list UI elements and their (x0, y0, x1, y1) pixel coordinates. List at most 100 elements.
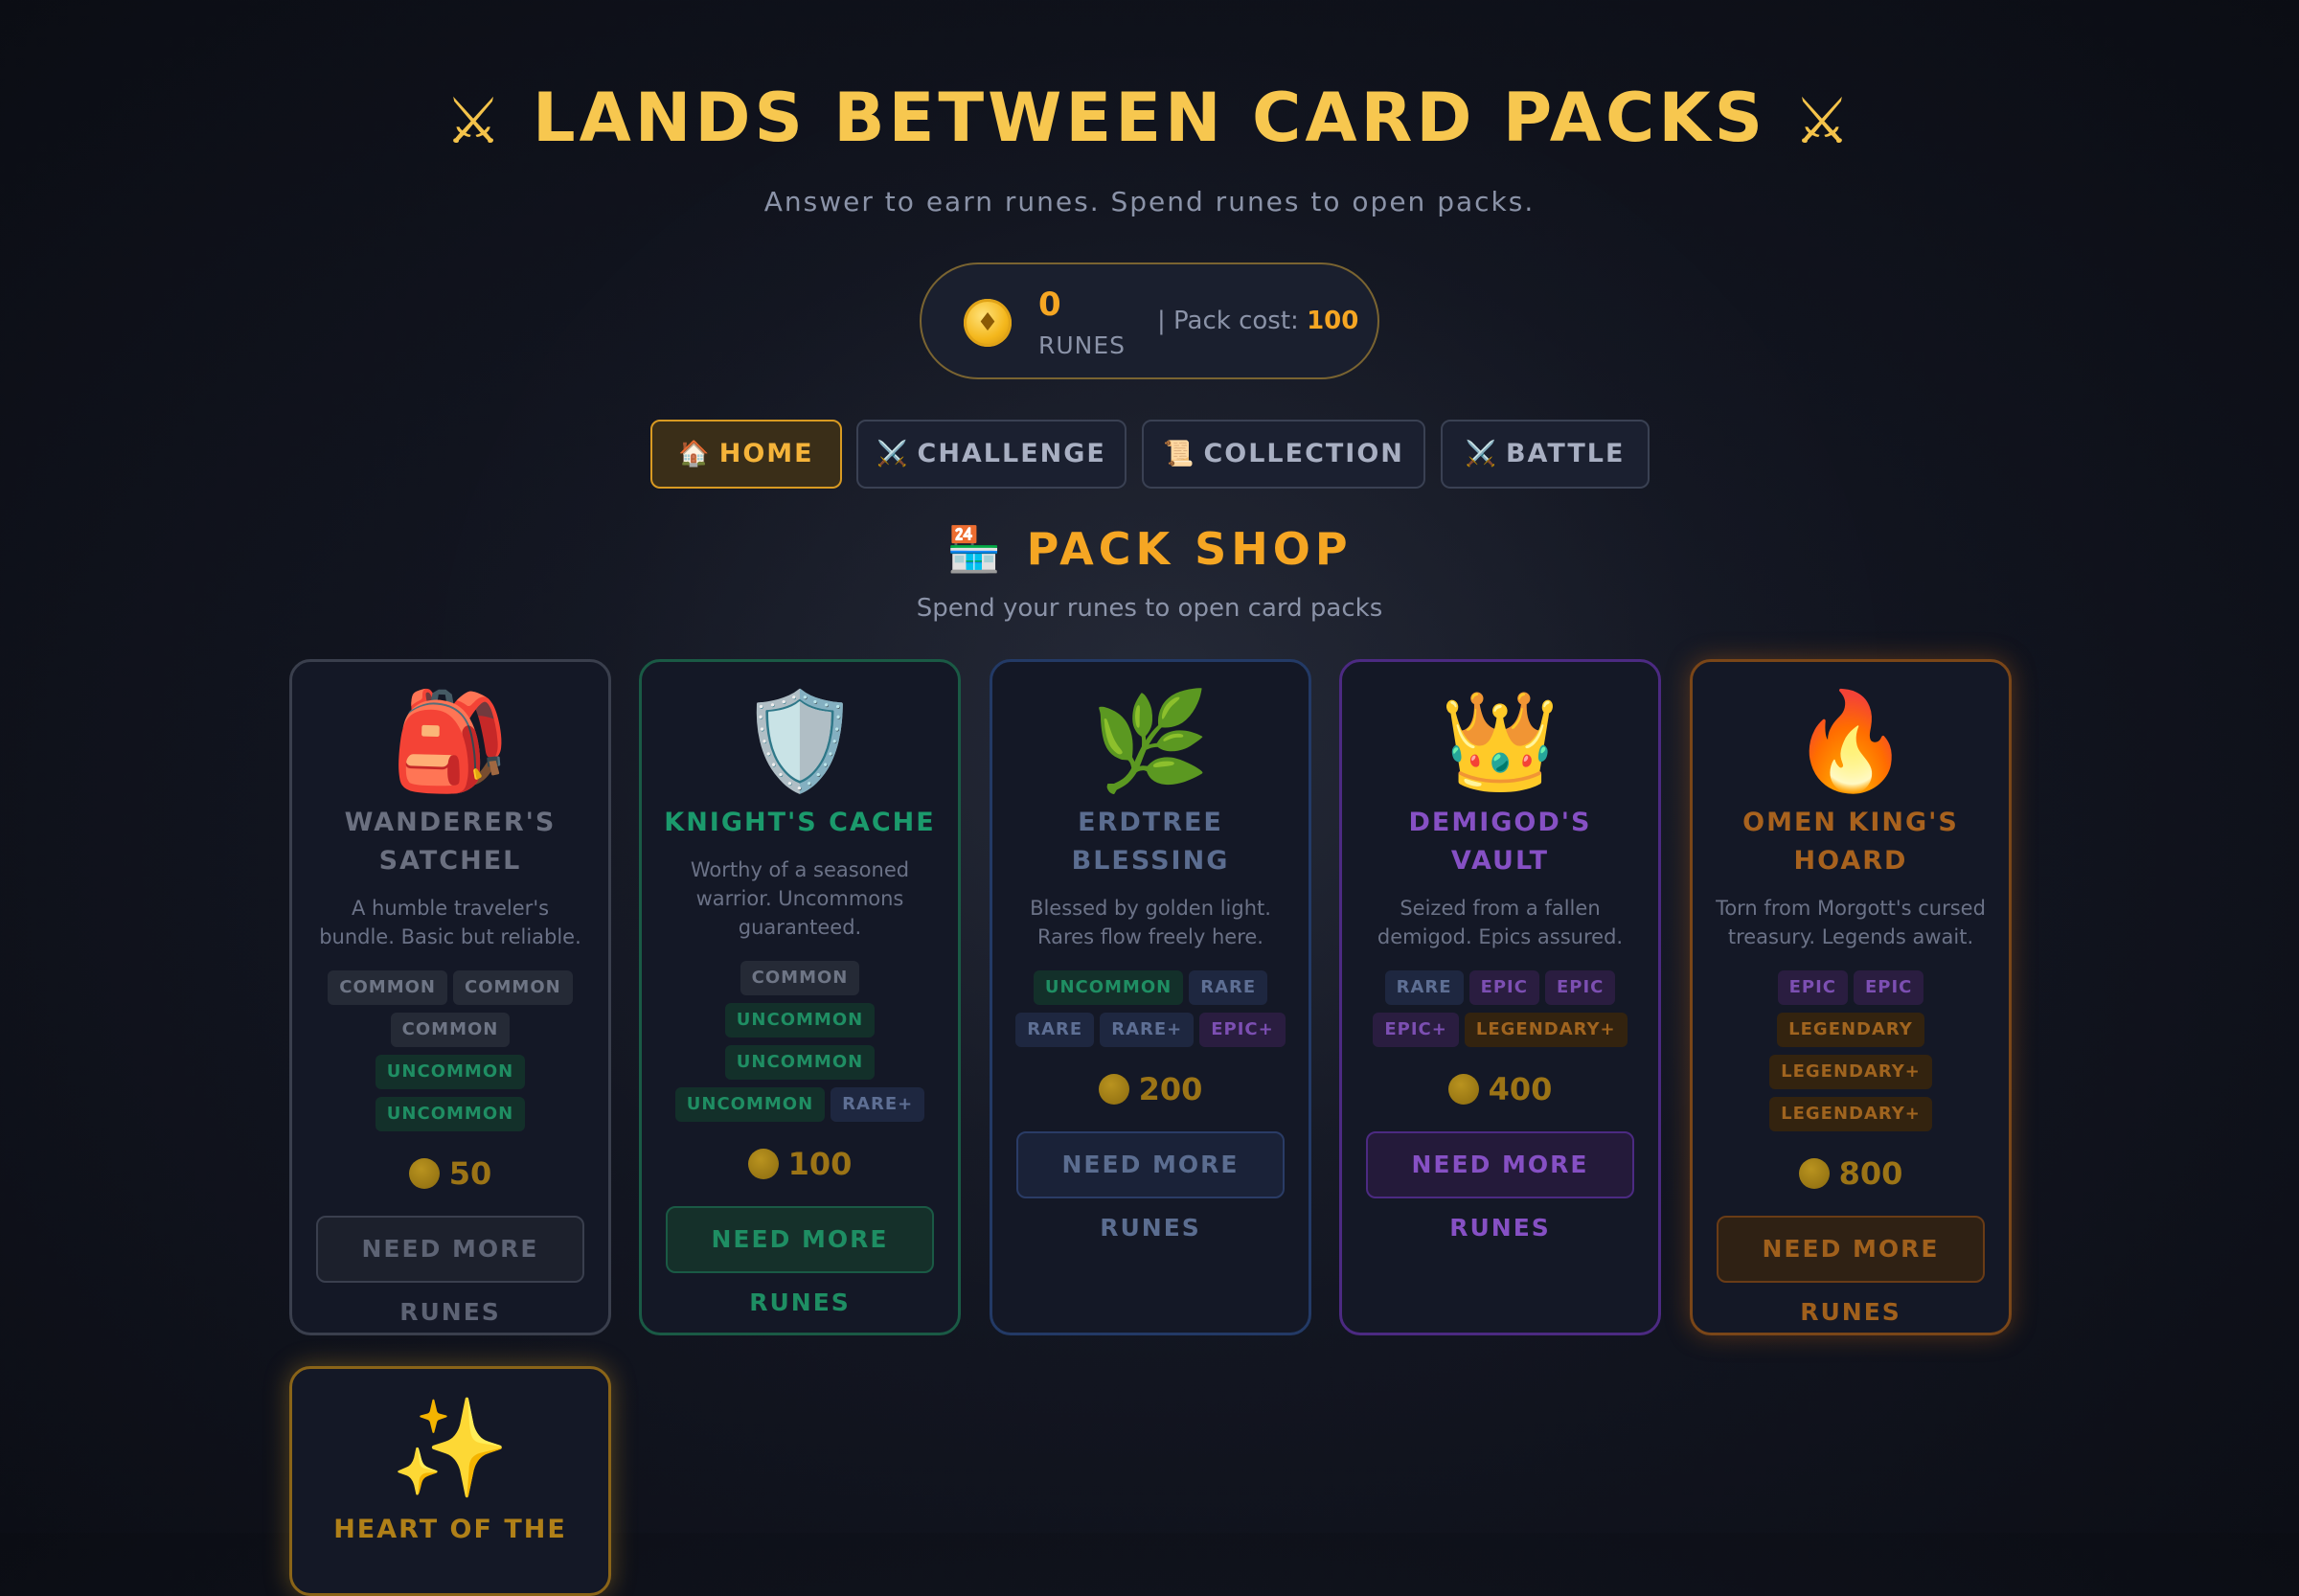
pack-description: Worthy of a seasoned warrior. Uncommons … (690, 858, 910, 939)
rarity-tag: RARE (1189, 970, 1268, 1005)
pack-name: DEMIGOD'S VAULT (1408, 808, 1592, 876)
pack-card-demigods-vault[interactable]: 👑 DEMIGOD'S VAULT Seized from a fallen d… (1339, 659, 1661, 1335)
tab-home[interactable]: 🏠 HOME (650, 420, 842, 489)
rune-coin-icon (747, 1149, 779, 1179)
crossed-swords-icon: ⚔️ (876, 440, 910, 468)
main-nav: 🏠 HOME ⚔️ CHALLENGE 📜 COLLECTION ⚔️ BATTLE (0, 420, 2299, 489)
rarity-tag: UNCOMMON (724, 1045, 876, 1080)
need-more-runes-button[interactable]: NEED MORE RUNES (316, 1216, 584, 1326)
tab-collection[interactable]: 📜 COLLECTION (1142, 420, 1425, 489)
rarity-tag: EPIC (1468, 970, 1539, 1005)
pack-price-value: 400 (1488, 1071, 1553, 1107)
backpack-icon: 🎒 (390, 685, 511, 797)
pack-card-erdtree-blessing[interactable]: 🌿 ERDTREE BLESSING Blessed by golden lig… (990, 659, 1311, 1335)
need-more-runes-button[interactable]: NEED MORE RUNES (1016, 1131, 1285, 1242)
pack-cost: | Pack cost: 100 (1157, 307, 1358, 335)
need-more-runes-button[interactable]: NEED MORE RUNES (1717, 1216, 1985, 1326)
crossed-swords-icon: ⚔️ (1465, 440, 1498, 468)
shop-title: 🏪 PACK SHOP (0, 523, 2299, 576)
pack-price: 100 (642, 1145, 958, 1183)
rarity-tag: UNCOMMON (674, 1087, 826, 1122)
pack-name: OMEN KING'S HOARD (1742, 808, 1959, 876)
pack-name: HEART OF THE (333, 1515, 567, 1544)
rarity-tag: COMMON (740, 961, 860, 995)
tab-challenge[interactable]: ⚔️ CHALLENGE (856, 420, 1127, 489)
pack-rarity-tags: COMMON COMMON COMMON UNCOMMON UNCOMMON (309, 967, 591, 1135)
rune-coin-icon (408, 1158, 440, 1189)
rarity-tag: EPIC (1854, 970, 1924, 1005)
pack-rarity-tags: UNCOMMON RARE RARE RARE+ EPIC+ (1010, 967, 1291, 1051)
pack-name: KNIGHT'S CACHE (664, 808, 936, 837)
tab-battle-label: BATTLE (1505, 439, 1626, 468)
rarity-tag: UNCOMMON (375, 1097, 526, 1131)
pack-cost-label: | Pack cost: (1157, 307, 1308, 335)
shield-icon: 🛡️ (740, 685, 860, 797)
pack-card-heart-of-the[interactable]: ✨ HEART OF THE (289, 1366, 611, 1596)
rarity-tag: LEGENDARY+ (1769, 1097, 1932, 1131)
rune-label: RUNES (1038, 331, 1127, 359)
pack-description: Seized from a fallen demigod. Epics assu… (1377, 897, 1624, 948)
shop-title-text: PACK SHOP (1026, 523, 1353, 575)
herb-icon: 🌿 (1090, 685, 1211, 797)
pack-description: Torn from Morgott's cursed treasury. Leg… (1716, 897, 1986, 948)
sparkles-icon: ✨ (390, 1392, 511, 1504)
pack-cost-value: 100 (1307, 307, 1359, 335)
rarity-tag: COMMON (390, 1013, 511, 1047)
house-icon: 🏠 (678, 440, 712, 468)
page-subtitle: Answer to earn runes. Spend runes to ope… (763, 186, 1536, 217)
rune-count: 0 (1038, 285, 1061, 324)
pack-card-omen-kings-hoard[interactable]: 🔥 OMEN KING'S HOARD Torn from Morgott's … (1690, 659, 2012, 1335)
scroll-icon: 📜 (1163, 440, 1196, 468)
shop-icon: 🏪 (946, 523, 1007, 575)
rarity-tag: RARE+ (831, 1087, 925, 1122)
rarity-tag: EPIC+ (1199, 1013, 1286, 1047)
pack-price-value: 50 (448, 1155, 492, 1192)
pack-description: A humble traveler's bundle. Basic but re… (319, 897, 581, 948)
pack-name: ERDTREE BLESSING (1071, 808, 1230, 876)
rarity-tag: LEGENDARY+ (1769, 1055, 1932, 1089)
rarity-tag: COMMON (453, 970, 573, 1005)
tab-collection-label: COLLECTION (1203, 439, 1404, 468)
rarity-tag: RARE (1384, 970, 1464, 1005)
need-more-runes-button[interactable]: NEED MORE RUNES (1366, 1131, 1634, 1242)
tab-home-label: HOME (718, 439, 814, 468)
rarity-tag: UNCOMMON (1033, 970, 1184, 1005)
pack-price: 800 (1693, 1154, 2009, 1193)
rarity-tag: UNCOMMON (724, 1003, 876, 1037)
rarity-tag: EPIC (1544, 970, 1616, 1005)
pack-price-value: 200 (1138, 1071, 1203, 1107)
rarity-tag: LEGENDARY (1777, 1013, 1924, 1047)
tab-battle[interactable]: ⚔️ BATTLE (1441, 420, 1650, 489)
rune-coin-icon (1098, 1074, 1129, 1105)
tab-challenge-label: CHALLENGE (917, 439, 1106, 468)
pack-price-value: 100 (787, 1146, 853, 1182)
fire-icon: 🔥 (1790, 685, 1911, 797)
shop-subtitle: Spend your runes to open card packs (916, 594, 1383, 623)
rarity-tag: COMMON (328, 970, 447, 1005)
crossed-swords-icon: ⚔ (444, 84, 506, 158)
pack-price-value: 800 (1838, 1155, 1903, 1192)
rarity-tag: RARE+ (1100, 1013, 1195, 1047)
title-text: LANDS BETWEEN CARD PACKS (533, 79, 1766, 157)
rarity-tag: EPIC (1777, 970, 1848, 1005)
need-more-runes-button[interactable]: NEED MORE RUNES (666, 1206, 934, 1316)
rune-coin-icon: ♦ (964, 299, 1012, 347)
pack-name: WANDERER'S SATCHEL (344, 808, 557, 876)
crossed-swords-icon: ⚔ (1793, 84, 1855, 158)
rune-counter: ♦ 0 RUNES | Pack cost: 100 (920, 262, 1379, 379)
pack-price: 50 (292, 1154, 608, 1193)
rarity-tag: UNCOMMON (375, 1055, 526, 1089)
pack-price: 200 (992, 1070, 1309, 1108)
rarity-tag: EPIC+ (1373, 1013, 1459, 1047)
rune-coin-icon (1447, 1074, 1479, 1105)
crown-icon: 👑 (1440, 685, 1560, 797)
pack-price: 400 (1342, 1070, 1658, 1108)
pack-card-knights-cache[interactable]: 🛡️ KNIGHT'S CACHE Worthy of a seasoned w… (639, 659, 961, 1335)
pack-rarity-tags: COMMON UNCOMMON UNCOMMON UNCOMMON RARE+ (659, 957, 941, 1126)
page-title: ⚔ LANDS BETWEEN CARD PACKS ⚔ (0, 79, 2299, 158)
pack-rarity-tags: RARE EPIC EPIC EPIC+ LEGENDARY+ (1359, 967, 1641, 1051)
pack-card-wanderers-satchel[interactable]: 🎒 WANDERER'S SATCHEL A humble traveler's… (289, 659, 611, 1335)
pack-rarity-tags: EPIC EPIC LEGENDARY LEGENDARY+ LEGENDARY+ (1710, 967, 1992, 1135)
rarity-tag: RARE (1015, 1013, 1095, 1047)
rarity-tag: LEGENDARY+ (1464, 1013, 1628, 1047)
